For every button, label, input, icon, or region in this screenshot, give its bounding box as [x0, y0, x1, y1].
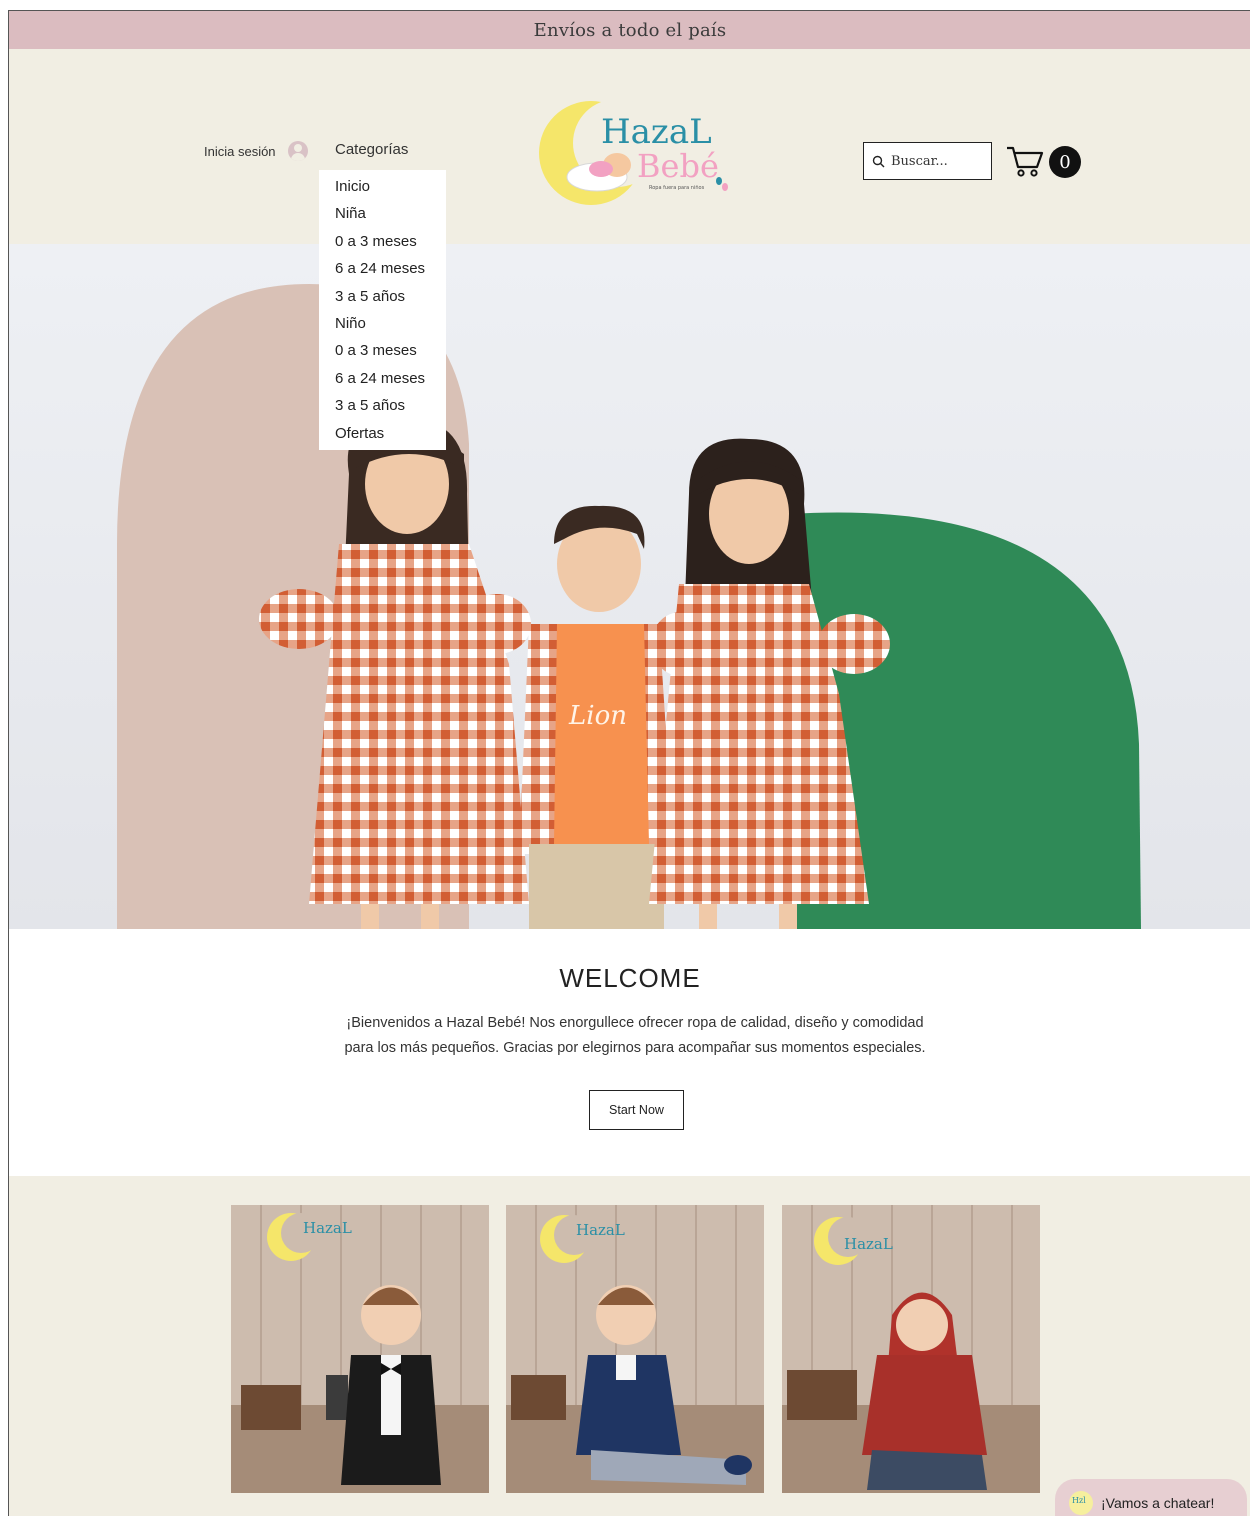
product-image-tuxedo: HazaL [231, 1205, 489, 1493]
chat-label: ¡Vamos a chatear! [1101, 1495, 1215, 1511]
svg-text:HazaL: HazaL [844, 1235, 893, 1253]
chat-avatar-icon [1069, 1491, 1093, 1515]
search-input[interactable]: Buscar... [863, 142, 992, 180]
shirt-print: Lion [568, 701, 627, 731]
search-icon [872, 155, 885, 167]
menu-item-nina-6-24[interactable]: 6 a 24 meses [319, 255, 446, 282]
welcome-text-line1: ¡Bienvenidos a Hazal Bebé! Nos enorgulle… [346, 1015, 924, 1031]
site-logo[interactable]: HazaL Bebé Ropa fuera para niños [537, 95, 733, 207]
hero-image: Lion [9, 244, 1250, 929]
product-image-red-knit: HazaL [782, 1205, 1040, 1493]
categories-menu-button[interactable]: Categorías [335, 141, 408, 158]
logo-line1: HazaL [601, 112, 712, 152]
categories-dropdown: Inicio Niña 0 a 3 meses 6 a 24 meses 3 a… [319, 170, 446, 450]
hero-banner: Lion [9, 244, 1250, 929]
logo-line2: Bebé [637, 147, 719, 185]
start-now-button[interactable]: Start Now [589, 1090, 684, 1130]
menu-item-nino-0-3[interactable]: 0 a 3 meses [319, 337, 446, 364]
menu-item-nino-3-5[interactable]: 3 a 5 años [319, 392, 446, 419]
menu-item-ofertas[interactable]: Ofertas [319, 420, 446, 447]
login-label: Inicia sesión [204, 143, 276, 159]
menu-item-inicio[interactable]: Inicio [319, 173, 446, 200]
cart-icon [1007, 146, 1044, 177]
welcome-section: WELCOME ¡Bienvenidos a Hazal Bebé! Nos e… [9, 929, 1250, 1176]
welcome-text-line2: para los más pequeños. Gracias por elegi… [344, 1040, 926, 1056]
product-card[interactable]: HazaL [506, 1205, 764, 1493]
welcome-title: WELCOME [559, 963, 701, 993]
menu-item-nino-6-24[interactable]: 6 a 24 meses [319, 365, 446, 392]
product-card[interactable]: HazaL [782, 1205, 1040, 1493]
user-icon [287, 141, 308, 161]
product-image-navy-blazer: HazaL [506, 1205, 764, 1493]
product-card[interactable]: HazaL [231, 1205, 489, 1493]
svg-text:HazaL: HazaL [576, 1221, 625, 1239]
menu-item-nino[interactable]: Niño [319, 310, 446, 337]
page-frame: Envíos a todo el país Inicia sesión Cate… [8, 10, 1250, 1516]
cart-count-badge: 0 [1049, 146, 1081, 178]
svg-text:HazaL: HazaL [303, 1219, 352, 1237]
login-link[interactable]: Inicia sesión [204, 141, 308, 161]
search-placeholder: Buscar... [891, 153, 948, 169]
cart-button[interactable]: 0 [1005, 145, 1081, 179]
product-gallery: HazaL HazaL HazaL [9, 1176, 1250, 1516]
welcome-text: ¡Bienvenidos a Hazal Bebé! Nos enorgulle… [305, 1011, 965, 1061]
announcement-bar: Envíos a todo el país [9, 11, 1250, 49]
announcement-text: Envíos a todo el país [533, 19, 727, 41]
chat-button[interactable]: ¡Vamos a chatear! [1055, 1479, 1247, 1516]
menu-item-nina-3-5[interactable]: 3 a 5 años [319, 283, 446, 310]
logo-tagline: Ropa fuera para niños [649, 185, 705, 191]
menu-item-nina[interactable]: Niña [319, 200, 446, 227]
menu-item-nina-0-3[interactable]: 0 a 3 meses [319, 228, 446, 255]
site-header: Inicia sesión Categorías HazaL Bebé Ropa… [9, 49, 1250, 244]
